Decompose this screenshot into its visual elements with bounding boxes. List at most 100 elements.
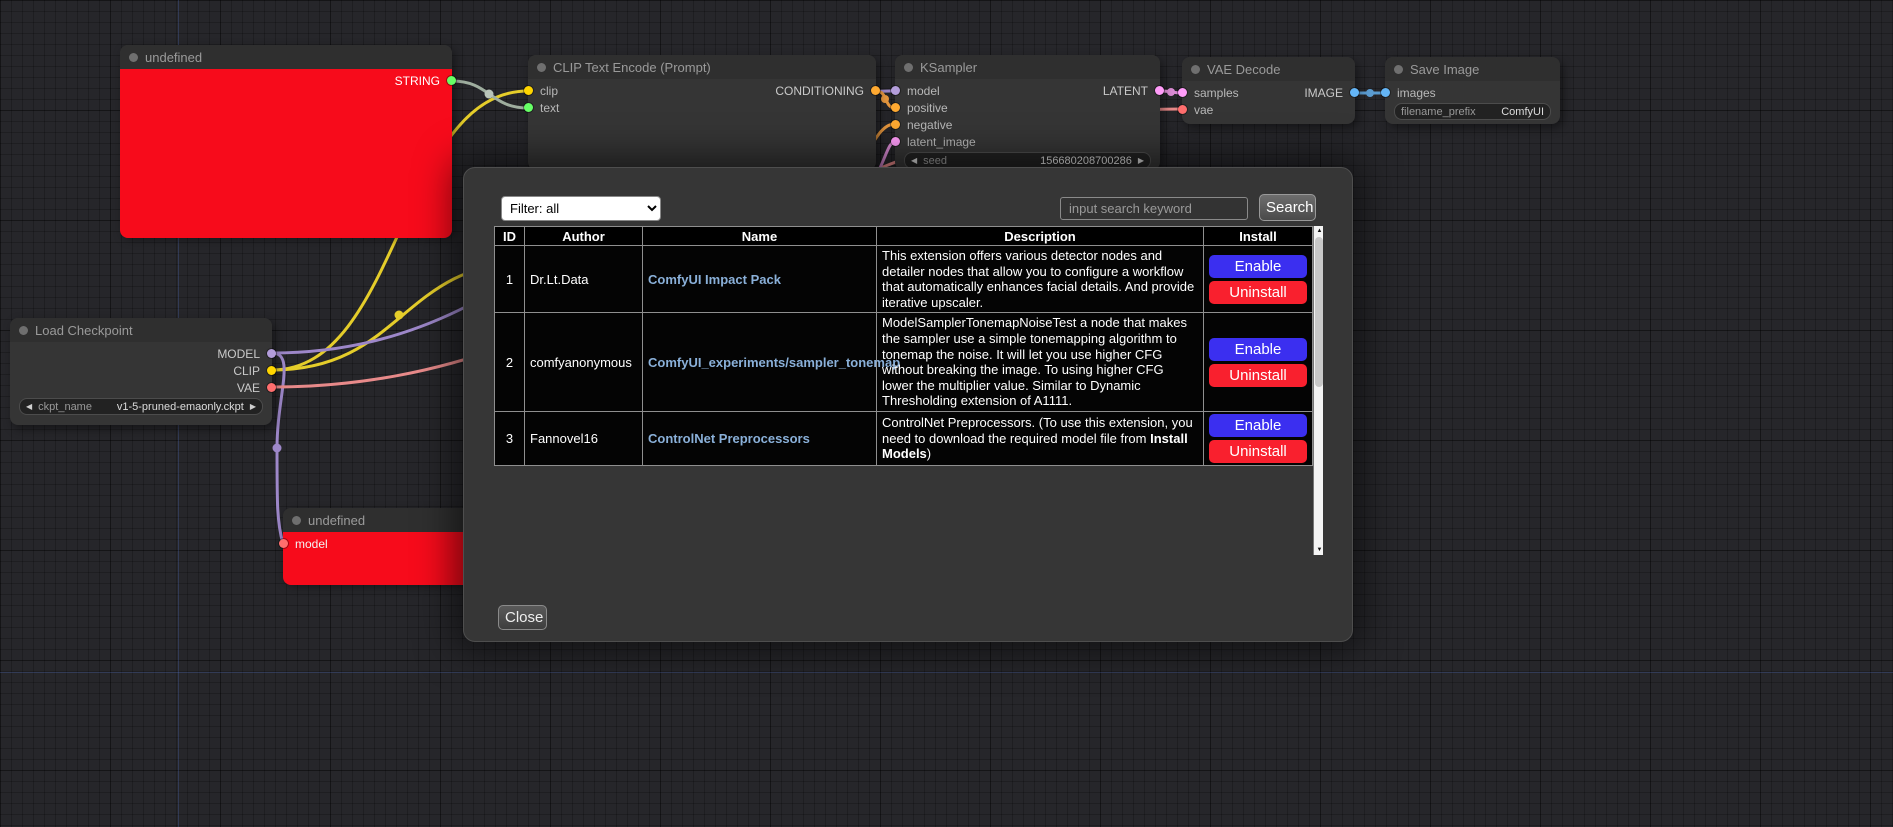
output-dot-image[interactable] [1350, 88, 1359, 97]
output-dot-clip[interactable] [267, 366, 276, 375]
output-dot-model[interactable] [267, 349, 276, 358]
output-dot-string[interactable] [447, 76, 456, 85]
node-title: undefined [145, 50, 202, 65]
input-dot-negative[interactable] [891, 120, 900, 129]
decrement-arrow-icon[interactable]: ◀ [26, 403, 32, 411]
cell-id: 1 [495, 246, 525, 313]
uninstall-button[interactable]: Uninstall [1209, 440, 1307, 463]
output-label-string: STRING [395, 74, 440, 88]
input-dot-clip[interactable] [524, 86, 533, 95]
input-dot-samples[interactable] [1178, 88, 1187, 97]
filename-prefix-label: filename_prefix [1401, 106, 1476, 118]
node-collapse-icon[interactable] [1191, 65, 1200, 74]
extension-link[interactable]: ComfyUI_experiments/sampler_tonemap [648, 355, 900, 370]
node-save-image[interactable]: Save Image images filename_prefix ComfyU… [1385, 57, 1560, 124]
node-title: CLIP Text Encode (Prompt) [553, 60, 711, 75]
node-title: KSampler [920, 60, 977, 75]
column-header-description: Description [877, 227, 1204, 246]
node-ksampler[interactable]: KSampler model LATENT positive negative … [895, 55, 1160, 170]
output-label-vae: VAE [237, 381, 260, 395]
input-label-clip: clip [540, 84, 558, 98]
ckpt-name-widget[interactable]: ◀ ckpt_name v1-5-pruned-emaonly.ckpt ▶ [19, 398, 263, 415]
input-label-vae: vae [1194, 103, 1213, 117]
input-dot-positive[interactable] [891, 103, 900, 112]
seed-widget-value: 156680208700286 [1040, 155, 1132, 167]
input-dot-model[interactable] [279, 539, 288, 548]
node-undefined-bottom[interactable]: undefined model [283, 508, 488, 582]
decrement-arrow-icon[interactable]: ◀ [911, 157, 917, 165]
node-titlebar[interactable]: Load Checkpoint [10, 318, 272, 342]
seed-widget-label: seed [923, 155, 947, 167]
enable-button[interactable]: Enable [1209, 414, 1307, 437]
enable-button[interactable]: Enable [1209, 338, 1307, 361]
table-scrollbar[interactable]: ▲ ▼ [1313, 226, 1323, 555]
extension-link[interactable]: ControlNet Preprocessors [648, 431, 810, 446]
search-input[interactable] [1060, 197, 1248, 220]
cell-install: Enable Uninstall [1204, 313, 1313, 412]
enable-button[interactable]: Enable [1209, 255, 1307, 278]
node-clip-text-encode[interactable]: CLIP Text Encode (Prompt) clip CONDITION… [528, 55, 876, 170]
node-collapse-icon[interactable] [537, 63, 546, 72]
extension-link[interactable]: ComfyUI Impact Pack [648, 272, 781, 287]
scroll-up-icon[interactable]: ▲ [1314, 226, 1325, 236]
increment-arrow-icon[interactable]: ▶ [1138, 157, 1144, 165]
cell-author: Dr.Lt.Data [525, 246, 643, 313]
output-label-clip: CLIP [233, 364, 260, 378]
extension-manager-dialog: Filter: all Search ID Author Name Descri… [463, 167, 1353, 642]
node-titlebar[interactable]: VAE Decode [1182, 57, 1355, 81]
filter-select[interactable]: Filter: all [501, 196, 661, 221]
node-titlebar[interactable]: CLIP Text Encode (Prompt) [528, 55, 876, 79]
cell-author: Fannovel16 [525, 411, 643, 465]
output-label-model: MODEL [217, 347, 260, 361]
column-header-id: ID [495, 227, 525, 246]
node-undefined-top[interactable]: undefined STRING [120, 45, 452, 235]
input-dot-latent-image[interactable] [891, 137, 900, 146]
input-label-latent-image: latent_image [907, 135, 976, 149]
increment-arrow-icon[interactable]: ▶ [250, 403, 256, 411]
input-dot-vae[interactable] [1178, 105, 1187, 114]
node-collapse-icon[interactable] [19, 326, 28, 335]
scrollbar-thumb[interactable] [1315, 237, 1323, 387]
cell-id: 3 [495, 411, 525, 465]
node-collapse-icon[interactable] [129, 53, 138, 62]
node-collapse-icon[interactable] [1394, 65, 1403, 74]
cell-name: ControlNet Preprocessors [643, 411, 877, 465]
output-dot-conditioning[interactable] [871, 86, 880, 95]
scroll-down-icon[interactable]: ▼ [1314, 545, 1325, 555]
output-dot-latent[interactable] [1155, 86, 1164, 95]
extension-table: ID Author Name Description Install 1 Dr.… [494, 226, 1313, 466]
input-dot-model[interactable] [891, 86, 900, 95]
table-header-row: ID Author Name Description Install [495, 227, 1313, 246]
search-button[interactable]: Search [1259, 194, 1316, 221]
node-title: Load Checkpoint [35, 323, 133, 338]
canvas-axis-horizontal [0, 672, 1893, 673]
node-titlebar[interactable]: Save Image [1385, 57, 1560, 81]
uninstall-button[interactable]: Uninstall [1209, 364, 1307, 387]
node-collapse-icon[interactable] [904, 63, 913, 72]
filename-prefix-widget[interactable]: filename_prefix ComfyUI [1394, 103, 1551, 120]
cell-description: ControlNet Preprocessors. (To use this e… [877, 411, 1204, 465]
table-row: 3 Fannovel16 ControlNet Preprocessors Co… [495, 411, 1313, 465]
uninstall-button[interactable]: Uninstall [1209, 281, 1307, 304]
input-dot-text[interactable] [524, 103, 533, 112]
output-dot-vae[interactable] [267, 383, 276, 392]
input-label-model: model [907, 84, 940, 98]
node-titlebar[interactable]: undefined [283, 508, 488, 532]
node-load-checkpoint[interactable]: Load Checkpoint MODEL CLIP VAE ◀ ckpt_na… [10, 318, 272, 425]
input-dot-images[interactable] [1381, 88, 1390, 97]
close-button[interactable]: Close [498, 605, 547, 630]
graph-canvas[interactable]: undefined STRING CLIP Text Encode (Promp… [0, 0, 1893, 827]
output-label-conditioning: CONDITIONING [775, 84, 864, 98]
cell-description: This extension offers various detector n… [877, 246, 1204, 313]
cell-id: 2 [495, 313, 525, 412]
cell-description: ModelSamplerTonemapNoiseTest a node that… [877, 313, 1204, 412]
input-label-samples: samples [1194, 86, 1239, 100]
node-titlebar[interactable]: KSampler [895, 55, 1160, 79]
node-title: VAE Decode [1207, 62, 1280, 77]
input-label-negative: negative [907, 118, 952, 132]
node-vae-decode[interactable]: VAE Decode samples IMAGE vae [1182, 57, 1355, 124]
output-label-latent: LATENT [1103, 84, 1148, 98]
node-titlebar[interactable]: undefined [120, 45, 452, 69]
cell-install: Enable Uninstall [1204, 411, 1313, 465]
node-collapse-icon[interactable] [292, 516, 301, 525]
